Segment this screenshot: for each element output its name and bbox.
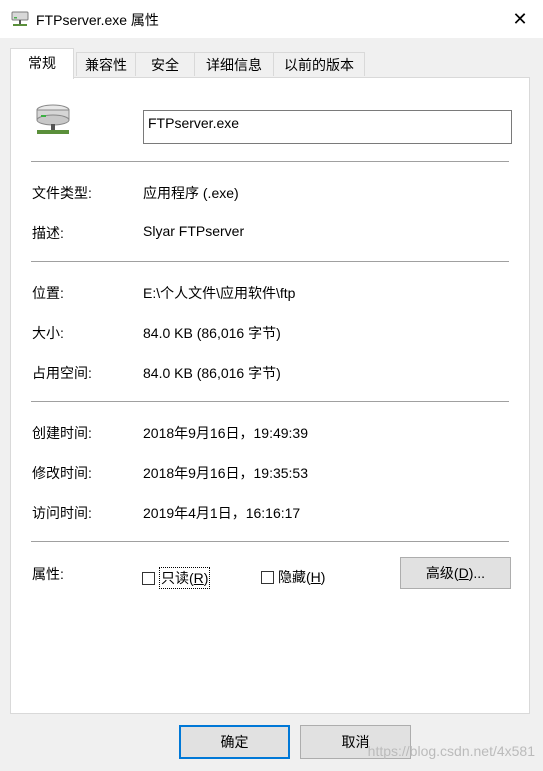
divider xyxy=(31,161,509,162)
readonly-checkbox[interactable]: 只读(R) xyxy=(142,567,211,589)
disk-size-label: 占用空间: xyxy=(32,365,92,381)
tab-label: 常规 xyxy=(28,55,56,71)
file-type-value: 应用程序 (.exe) xyxy=(143,185,239,201)
modified-value: 2018年9月16日，19:35:53 xyxy=(143,465,308,481)
close-icon: ✕ xyxy=(512,8,528,29)
drive-icon xyxy=(11,11,29,26)
divider xyxy=(31,401,509,402)
tab-details[interactable]: 详细信息 xyxy=(194,52,274,76)
created-label: 创建时间: xyxy=(32,425,92,441)
tab-label: 安全 xyxy=(151,57,179,73)
ok-label: 确定 xyxy=(220,734,249,750)
hidden-checkbox[interactable]: 隐藏(H) xyxy=(261,567,325,587)
tab-label: 以前的版本 xyxy=(284,57,354,73)
title-bar: FTPserver.exe 属性 ✕ xyxy=(0,0,543,38)
divider xyxy=(31,261,509,262)
watermark: https://blog.csdn.net/4x581 xyxy=(367,743,535,759)
accessed-label: 访问时间: xyxy=(32,505,92,521)
attributes-label: 属性: xyxy=(32,566,64,582)
server-file-icon xyxy=(36,104,70,134)
description-label: 描述: xyxy=(32,225,64,241)
location-label: 位置: xyxy=(32,285,64,301)
file-name-field[interactable]: FTPserver.exe xyxy=(143,110,512,144)
created-value: 2018年9月16日，19:49:39 xyxy=(143,425,308,441)
readonly-label: 只读(R) xyxy=(159,567,211,589)
checkbox-box[interactable] xyxy=(261,570,274,584)
description-value: Slyar FTPserver xyxy=(143,223,245,239)
size-value: 84.0 KB (86,016 字节) xyxy=(143,325,281,341)
size-label: 大小: xyxy=(32,325,64,341)
divider xyxy=(31,541,509,542)
file-type-label: 文件类型: xyxy=(32,185,92,201)
disk-size-value: 84.0 KB (86,016 字节) xyxy=(143,365,281,381)
close-button[interactable]: ✕ xyxy=(497,0,543,38)
tab-security[interactable]: 安全 xyxy=(135,52,195,76)
window-title: FTPserver.exe 属性 xyxy=(36,12,159,28)
modified-label: 修改时间: xyxy=(32,465,92,481)
cancel-label: 取消 xyxy=(341,734,370,750)
tab-compatibility[interactable]: 兼容性 xyxy=(76,52,136,76)
tab-general[interactable]: 常规 xyxy=(10,48,74,79)
location-value: E:\个人文件\应用软件\ftp xyxy=(143,285,296,301)
general-panel: FTPserver.exe 文件类型: 应用程序 (.exe) 描述: Slya… xyxy=(10,77,530,714)
accessed-value: 2019年4月1日，16:16:17 xyxy=(143,505,301,521)
hidden-label: 隐藏(H) xyxy=(278,569,326,585)
advanced-button[interactable]: 高级(D)... xyxy=(400,557,511,589)
checkbox-box[interactable] xyxy=(142,571,155,585)
ok-button[interactable]: 确定 xyxy=(179,725,290,759)
tab-label: 详细信息 xyxy=(206,57,262,73)
tab-previous-versions[interactable]: 以前的版本 xyxy=(273,52,365,76)
tab-label: 兼容性 xyxy=(85,57,127,73)
